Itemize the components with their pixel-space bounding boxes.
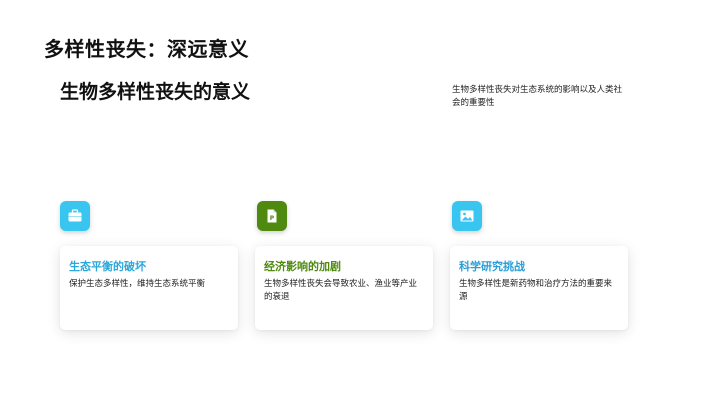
- briefcase-icon: [67, 208, 83, 224]
- slide-title: 多样性丧失：深远意义: [44, 37, 249, 61]
- section-description: 生物多样性丧失对生态系统的影响以及人类社会的重要性: [452, 85, 623, 108]
- card-text: 保护生态多样性，维持生态系统平衡: [69, 279, 206, 289]
- card-3-icon-badge: [452, 201, 482, 231]
- card-text: 生物多样性丧失会导致农业、渔业等产业的衰退: [264, 279, 418, 302]
- document-icon: P: [264, 208, 280, 224]
- card-ecological-balance: 生态平衡的破坏 保护生态多样性，维持生态系统平衡: [60, 246, 238, 330]
- card-economic-impact: 经济影响的加剧 生物多样性丧失会导致农业、渔业等产业的衰退: [255, 246, 433, 330]
- card-title: 生态平衡的破坏: [69, 260, 146, 273]
- card-1-icon-badge: [60, 201, 90, 231]
- card-title: 经济影响的加剧: [264, 260, 341, 273]
- card-scientific-research: 科学研究挑战 生物多样性是新药物和治疗方法的重要来源: [450, 246, 628, 330]
- card-2-icon-badge: P: [257, 201, 287, 231]
- card-title: 科学研究挑战: [459, 260, 525, 273]
- section-title: 生物多样性丧失的意义: [60, 81, 251, 103]
- image-icon: [459, 208, 475, 224]
- svg-text:P: P: [270, 215, 275, 222]
- card-text: 生物多样性是新药物和治疗方法的重要来源: [459, 279, 613, 302]
